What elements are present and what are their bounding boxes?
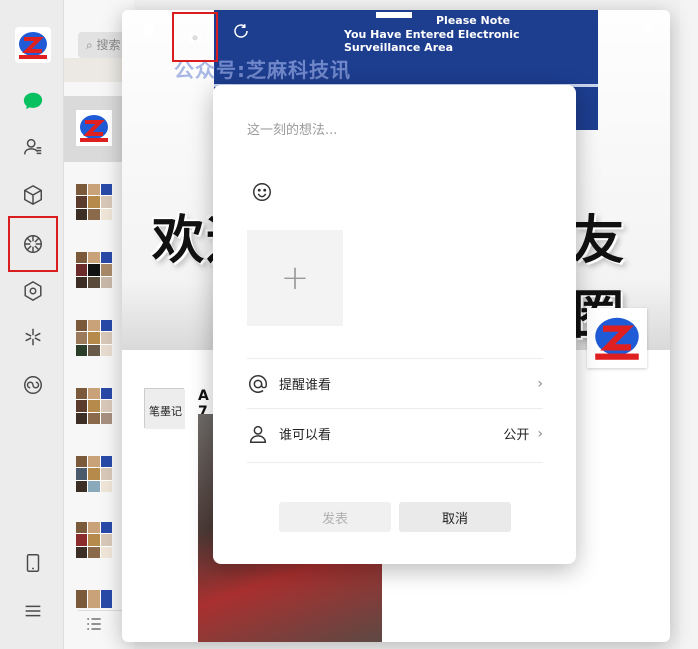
moments-icon[interactable] (8, 216, 58, 272)
avatar (76, 522, 112, 558)
emoji-icon[interactable] (251, 181, 273, 203)
camera-icon[interactable] (172, 12, 218, 62)
divider (247, 462, 543, 463)
add-image-button[interactable]: + (247, 230, 343, 326)
user-avatar[interactable] (15, 27, 51, 63)
wechat-window: ⌕ 搜索 Please Note You Have Entered Electr… (0, 0, 680, 649)
phone-icon[interactable] (20, 550, 46, 576)
avatar (76, 590, 112, 608)
at-icon (247, 373, 269, 395)
moment-post: 笔墨记 A 7 (144, 388, 382, 642)
avatar (76, 110, 112, 146)
left-nav-bar (0, 0, 64, 649)
chat-icon[interactable] (20, 88, 46, 114)
search-placeholder: 搜索 (96, 38, 121, 52)
search-icon: ⌕ (86, 38, 97, 52)
post-author-avatar[interactable]: 笔墨记 (144, 388, 185, 429)
svg-text:笔墨记: 笔墨记 (149, 404, 182, 418)
mini-programs-icon[interactable] (20, 278, 46, 304)
cover-sign-plate (374, 10, 414, 20)
avatar (76, 252, 112, 288)
search-discover-icon[interactable] (20, 372, 46, 398)
contacts-icon[interactable] (20, 134, 46, 160)
cancel-button[interactable]: 取消 (399, 502, 511, 532)
publish-button[interactable]: 发表 (279, 502, 391, 532)
channels-sparkle-icon[interactable] (20, 324, 46, 350)
chevron-right-icon: › (537, 375, 543, 392)
visibility-label: 谁可以看 (279, 428, 332, 443)
remind-row[interactable]: 提醒谁看 › (247, 358, 543, 408)
chevron-right-icon: › (537, 425, 543, 442)
favorites-box-icon[interactable] (20, 182, 46, 208)
remind-label: 提醒谁看 (279, 378, 332, 393)
bell-icon[interactable] (136, 18, 162, 44)
menu-hamburger-icon[interactable] (20, 598, 46, 624)
refresh-icon[interactable] (228, 18, 254, 44)
person-icon (247, 423, 269, 445)
post-composer-dialog: 这一刻的想法... + 提醒谁看 › 谁可以看 公开 › 发表 取消 (213, 85, 576, 564)
profile-avatar[interactable] (587, 308, 647, 368)
avatar (76, 320, 112, 356)
close-icon[interactable]: ✕ (641, 18, 656, 39)
banner-note-2: You Have Entered Electronic Surveillance… (344, 28, 520, 54)
avatar (76, 388, 112, 424)
avatar (76, 456, 112, 492)
post-text-input[interactable]: 这一刻的想法... (247, 119, 337, 138)
list-view-icon[interactable] (84, 614, 104, 638)
visibility-row[interactable]: 谁可以看 公开 › (247, 408, 543, 458)
avatar (76, 184, 112, 220)
visibility-value: 公开 (503, 428, 530, 443)
banner-note-1: Please Note (436, 14, 511, 27)
